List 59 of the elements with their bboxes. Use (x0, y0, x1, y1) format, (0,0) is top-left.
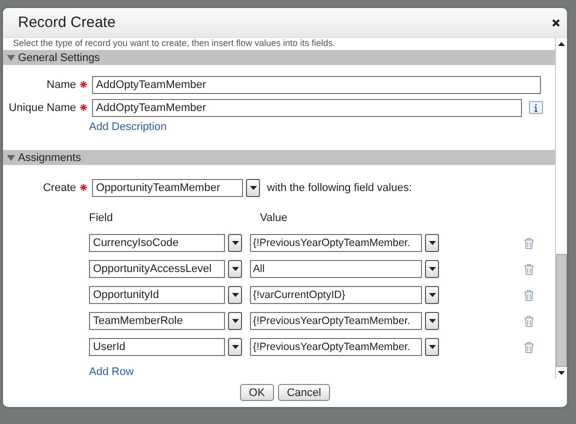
dialog-button[interactable]: Cancel (278, 384, 330, 401)
info-button[interactable] (529, 101, 543, 114)
arrow-down-icon[interactable] (558, 371, 565, 375)
field-select[interactable]: UserId (89, 338, 225, 356)
field-label: Name (46, 78, 77, 90)
caret-icon (428, 267, 436, 271)
value-select[interactable]: {!varCurrentOptyID} (250, 286, 422, 304)
field-select[interactable]: TeamMemberRole (89, 312, 225, 330)
dialog-button[interactable]: OK (240, 384, 274, 401)
dropdown-button[interactable] (425, 312, 439, 330)
text-field[interactable]: AddOptyTeamMember (92, 98, 522, 116)
column-header: Field (89, 212, 114, 226)
value-select[interactable]: {!PreviousYearOptyTeamMember. (250, 338, 422, 356)
section-header[interactable]: General Settings (3, 50, 555, 65)
info-icon (534, 104, 538, 112)
section-title: Assignments (18, 152, 81, 164)
dropdown-button[interactable] (228, 312, 242, 330)
caret-icon (232, 345, 238, 349)
text-field[interactable]: AddOptyTeamMember (92, 76, 541, 94)
instruction-text: Select the type of record you want to create, then insert flow values into its fields. (12, 38, 336, 49)
dropdown-button[interactable] (228, 260, 242, 278)
dropdown-button[interactable] (246, 178, 260, 196)
caret-icon (428, 345, 436, 349)
caret-icon (428, 241, 436, 245)
dropdown-button[interactable] (425, 338, 439, 356)
caret-icon (232, 319, 238, 323)
caret-icon (232, 241, 238, 245)
dropdown-button[interactable] (425, 286, 439, 304)
object-select[interactable]: OpportunityTeamMember (92, 178, 243, 196)
value-select[interactable]: {!PreviousYearOptyTeamMember. (250, 312, 422, 330)
caret-icon (428, 293, 436, 297)
field-select[interactable]: OpportunityAccessLevel (89, 260, 225, 278)
add-row-link[interactable]: Add Row (89, 366, 134, 378)
caret-icon (232, 293, 238, 297)
field-label: Unique Name (8, 102, 77, 114)
collapse-icon[interactable] (7, 154, 15, 162)
dropdown-button[interactable] (228, 234, 242, 252)
field-select[interactable]: CurrencyIsoCode (89, 234, 225, 252)
dropdown-button[interactable] (228, 338, 242, 356)
close-icon[interactable] (551, 18, 561, 28)
section-header[interactable]: Assignments (3, 150, 555, 165)
caret-icon (250, 186, 256, 190)
dialog-title: Record Create (18, 14, 117, 31)
dropdown-button[interactable] (425, 234, 439, 252)
caret-icon (232, 267, 238, 271)
field-label: Create (42, 182, 77, 194)
value-select[interactable]: {!PreviousYearOptyTeamMember. (250, 234, 422, 252)
dropdown-button[interactable] (228, 286, 242, 304)
arrow-up-icon[interactable] (558, 42, 565, 46)
column-header: Value (260, 212, 288, 226)
collapse-icon[interactable] (7, 54, 15, 62)
add-description-link[interactable]: Add Description (89, 121, 167, 133)
caret-icon (428, 319, 436, 323)
section-title: General Settings (18, 52, 100, 64)
field-select[interactable]: OpportunityId (89, 286, 225, 304)
scrollbar-thumb[interactable] (556, 254, 567, 367)
helper-text: with the following field values: (267, 182, 412, 194)
dropdown-button[interactable] (425, 260, 439, 278)
value-select[interactable]: All (250, 260, 422, 278)
